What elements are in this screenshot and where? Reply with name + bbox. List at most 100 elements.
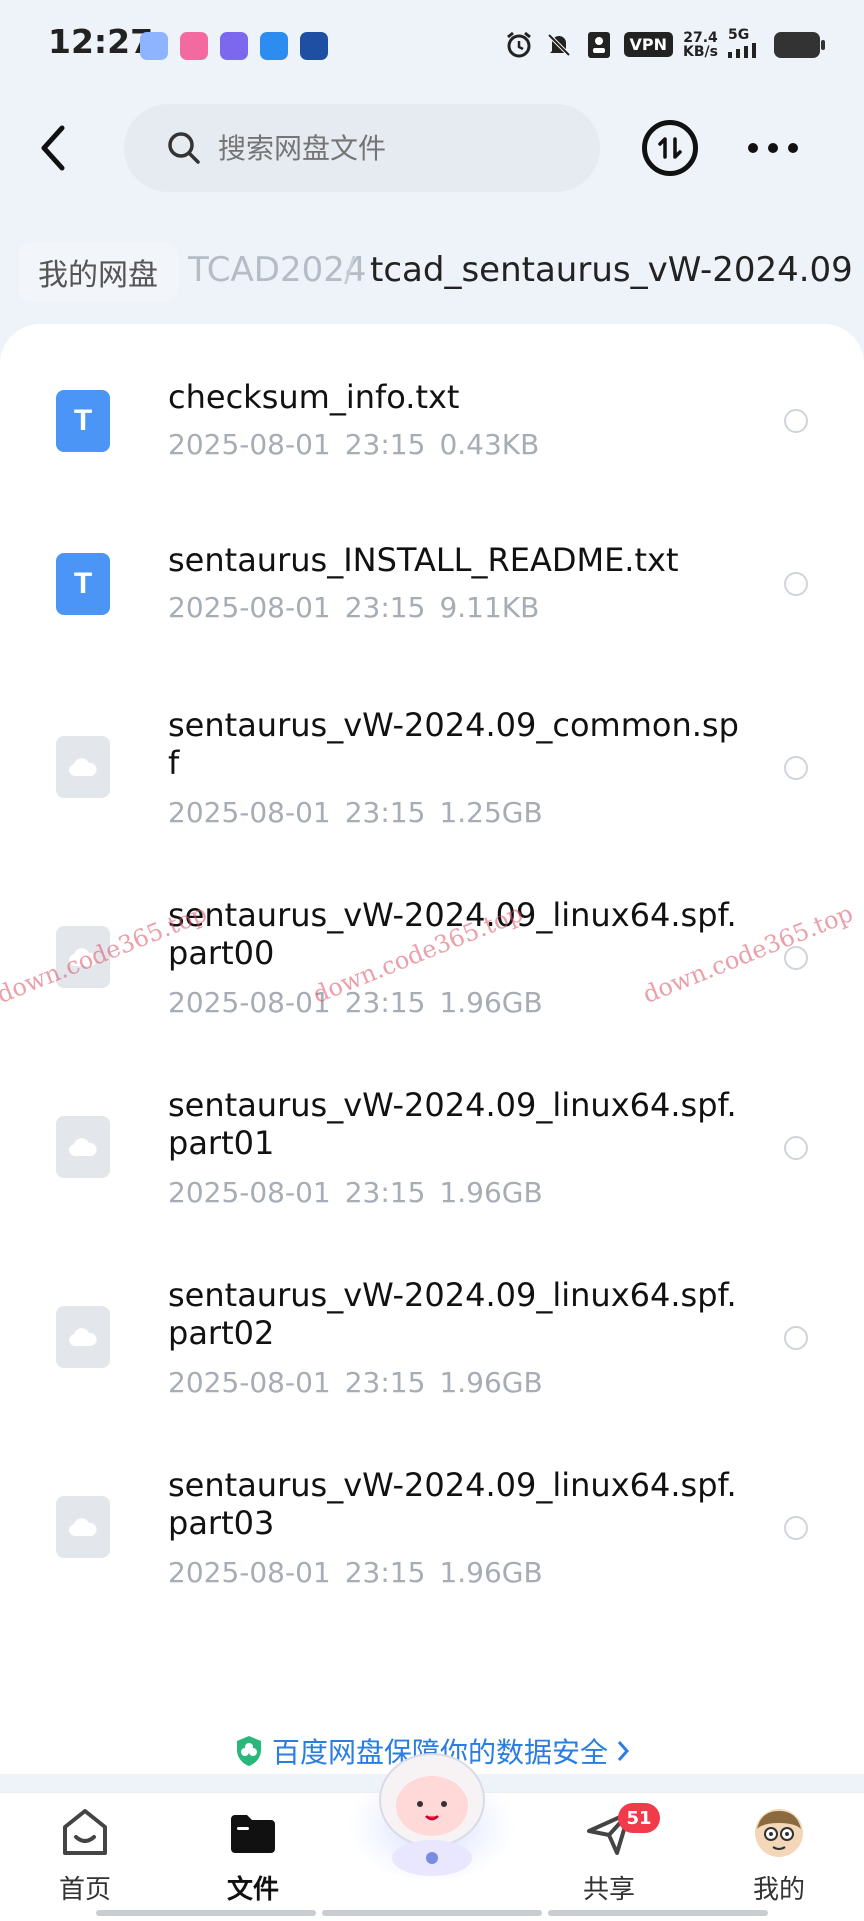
file-time: 23:15 (344, 1366, 426, 1399)
cloud-file-icon (56, 1306, 110, 1368)
file-select-checkbox[interactable] (784, 1326, 808, 1350)
nav-share-label: 共享 (582, 1875, 635, 1905)
back-arrow-icon (41, 125, 65, 171)
app-notification-icon (180, 32, 208, 60)
search-icon (168, 132, 200, 164)
breadcrumb-home[interactable]: 我的网盘 (18, 242, 178, 302)
transfer-icon (658, 137, 682, 159)
file-date: 2025-08-01 (168, 986, 331, 1019)
file-time: 23:15 (344, 428, 426, 461)
file-time: 23:15 (344, 591, 426, 624)
mute-bell-icon (544, 30, 574, 60)
file-select-checkbox[interactable] (784, 946, 808, 970)
txt-file-icon: T (56, 390, 110, 452)
file-size: 0.43KB (439, 428, 540, 461)
status-time: 12:27 (48, 22, 154, 61)
avatar-icon (755, 1809, 803, 1857)
network-type-label: 5G (728, 27, 750, 43)
cloud-file-icon (56, 1116, 110, 1178)
file-date: 2025-08-01 (168, 1556, 331, 1589)
file-date: 2025-08-01 (168, 796, 331, 829)
file-name: sentaurus_vW-2024.09_linux64.spf.part03 (168, 1466, 737, 1542)
more-icon (788, 143, 798, 153)
file-time: 23:15 (344, 1556, 426, 1589)
txt-file-icon-letter: T (73, 404, 93, 437)
file-row[interactable]: T checksum_info.txt 2025-08-01 23:15 0.43K… (0, 364, 864, 504)
file-row[interactable]: sentaurus_vW-2024.09_linux64.spf.part03 … (0, 1452, 864, 1622)
file-meta: 2025-08-01 23:15 0.43KB (168, 428, 553, 461)
file-name: sentaurus_vW-2024.09_linux64.spf.part02 (168, 1276, 737, 1352)
gesture-bar-segment (96, 1910, 316, 1916)
file-select-checkbox[interactable] (784, 1136, 808, 1160)
breadcrumb-parent[interactable]: TCAD2024 (188, 250, 366, 290)
file-meta: 2025-08-01 23:15 1.96GB (168, 1556, 557, 1589)
file-date: 2025-08-01 (168, 1366, 331, 1399)
nav-mine-label: 我的 (752, 1875, 805, 1905)
chevron-right-icon (617, 1741, 630, 1761)
txt-file-icon-letter: T (73, 567, 93, 600)
more-icon (748, 143, 758, 153)
file-name: sentaurus_vW-2024.09_common.spf (168, 706, 739, 782)
file-select-checkbox[interactable] (784, 1516, 808, 1540)
file-select-checkbox[interactable] (784, 572, 808, 596)
cloud-file-icon (56, 926, 110, 988)
battery-icon (774, 31, 825, 58)
file-date: 2025-08-01 (168, 428, 331, 461)
file-row[interactable]: sentaurus_vW-2024.09_linux64.spf.part00 … (0, 882, 864, 1052)
file-row[interactable]: sentaurus_vW-2024.09_linux64.spf.part02 … (0, 1262, 864, 1432)
file-select-checkbox[interactable] (784, 756, 808, 780)
folder-icon (231, 1815, 275, 1853)
network-speed-value: 27.4 (683, 29, 718, 46)
mascot-assistant-button[interactable] (346, 1740, 518, 1880)
shield-icon (236, 1736, 261, 1766)
file-date: 2025-08-01 (168, 591, 331, 624)
network-speed-unit: KB/s (683, 43, 718, 60)
cloud-file-icon (56, 1496, 110, 1558)
file-meta: 2025-08-01 23:15 1.25GB (168, 796, 557, 829)
search-input[interactable] (216, 130, 560, 166)
app-notification-icon (140, 32, 168, 60)
app-notification-icon (300, 32, 328, 60)
file-name: checksum_info.txt (168, 378, 460, 416)
home-icon (63, 1809, 107, 1855)
contact-card-icon (584, 30, 614, 60)
file-size: 1.96GB (439, 1556, 543, 1589)
app-notification-icon (220, 32, 248, 60)
file-meta: 2025-08-01 23:15 1.96GB (168, 1176, 557, 1209)
file-date: 2025-08-01 (168, 1176, 331, 1209)
app-notification-icon (260, 32, 288, 60)
file-meta: 2025-08-01 23:15 9.11KB (168, 591, 553, 624)
file-row[interactable]: T sentaurus_INSTALL_README.txt 2025-08-0… (0, 527, 864, 667)
file-time: 23:15 (344, 796, 426, 829)
file-list: T checksum_info.txt 2025-08-01 23:15 0.43K… (0, 324, 864, 1774)
notification-app-icons (140, 32, 328, 60)
nav-home[interactable]: 首页 (30, 1807, 140, 1906)
back-button[interactable] (30, 118, 76, 178)
signal-icon (728, 43, 756, 58)
search-box[interactable] (124, 104, 600, 192)
file-name: sentaurus_vW-2024.09_linux64.spf.part00 (168, 896, 737, 972)
file-size: 9.11KB (439, 591, 540, 624)
file-name: sentaurus_vW-2024.09_linux64.spf.part01 (168, 1086, 737, 1162)
nav-files-label: 文件 (226, 1875, 279, 1905)
nav-files[interactable]: 文件 (198, 1807, 308, 1906)
transfer-list-button[interactable] (642, 120, 698, 176)
file-size: 1.96GB (439, 986, 543, 1019)
more-icon (768, 143, 778, 153)
file-name: sentaurus_INSTALL_README.txt (168, 541, 679, 579)
nav-share[interactable]: 51 共享 (554, 1803, 664, 1906)
network-speed: 27.4 KB/s (683, 31, 718, 59)
breadcrumb-separator: / (344, 250, 356, 290)
file-row[interactable]: sentaurus_vW-2024.09_linux64.spf.part01 … (0, 1072, 864, 1242)
file-meta: 2025-08-01 23:15 1.96GB (168, 986, 557, 1019)
vpn-indicator: VPN (623, 32, 674, 57)
network-type: 5G (728, 28, 764, 61)
status-indicators: VPN 27.4 KB/s 5G (504, 28, 825, 61)
nav-mine[interactable]: 我的 (724, 1807, 834, 1906)
more-button[interactable] (748, 130, 798, 166)
breadcrumb-current: tcad_sentaurus_vW-2024.09 (370, 250, 853, 290)
file-select-checkbox[interactable] (784, 409, 808, 433)
file-row[interactable]: sentaurus_vW-2024.09_common.spf 2025-08-… (0, 692, 864, 862)
gesture-bar-segment (322, 1910, 542, 1916)
gesture-bar-segment (548, 1910, 768, 1916)
